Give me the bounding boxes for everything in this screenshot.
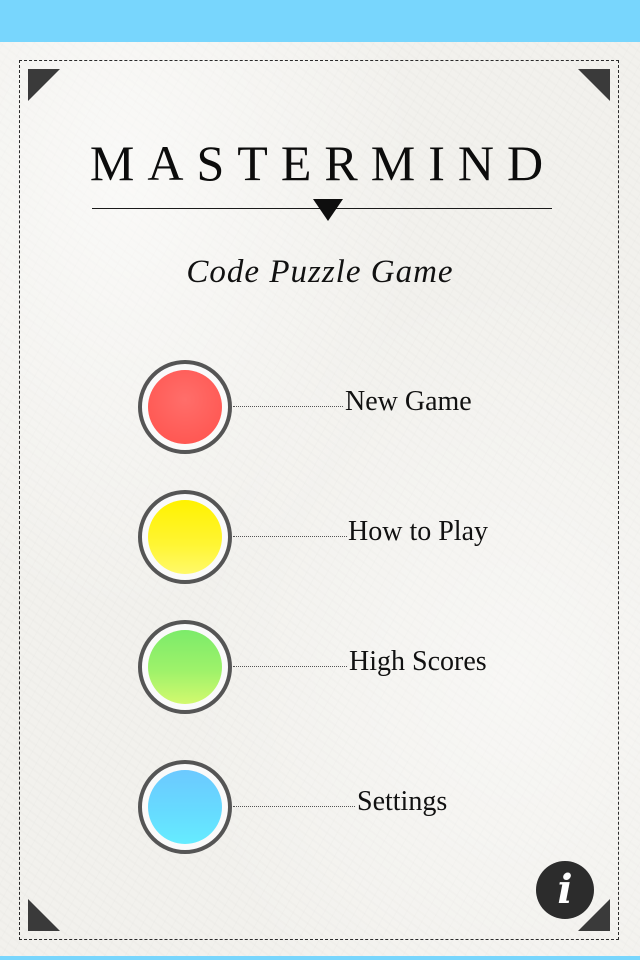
dotted-leader [233, 406, 343, 407]
triangle-down-icon [313, 199, 343, 221]
red-peg-icon[interactable] [138, 360, 232, 454]
corner-ornament-bottom-left [28, 899, 60, 931]
dotted-leader [233, 806, 355, 807]
new-game-label[interactable]: New Game [345, 386, 472, 418]
menu-item-settings[interactable]: Settings [136, 760, 536, 854]
dotted-leader [233, 536, 347, 537]
green-peg-icon[interactable] [138, 620, 232, 714]
app-title: MASTERMIND [89, 135, 557, 191]
dotted-leader [233, 666, 347, 667]
app-subtitle: Code Puzzle Game [186, 254, 454, 290]
settings-label[interactable]: Settings [357, 786, 447, 818]
corner-ornament-top-right [578, 69, 610, 101]
menu-item-high-scores[interactable]: High Scores [136, 620, 536, 714]
paper-background: MASTERMIND Code Puzzle Game New Game How… [0, 42, 640, 956]
menu-item-new-game[interactable]: New Game [136, 360, 536, 454]
menu-item-how-to-play[interactable]: How to Play [136, 490, 536, 584]
bottom-strip [0, 956, 640, 960]
blue-peg-icon[interactable] [138, 760, 232, 854]
corner-ornament-top-left [28, 69, 60, 101]
high-scores-label[interactable]: High Scores [349, 646, 487, 678]
how-to-play-label[interactable]: How to Play [348, 516, 488, 548]
info-icon[interactable]: i [536, 861, 594, 919]
status-bar [0, 0, 640, 42]
yellow-peg-icon[interactable] [138, 490, 232, 584]
